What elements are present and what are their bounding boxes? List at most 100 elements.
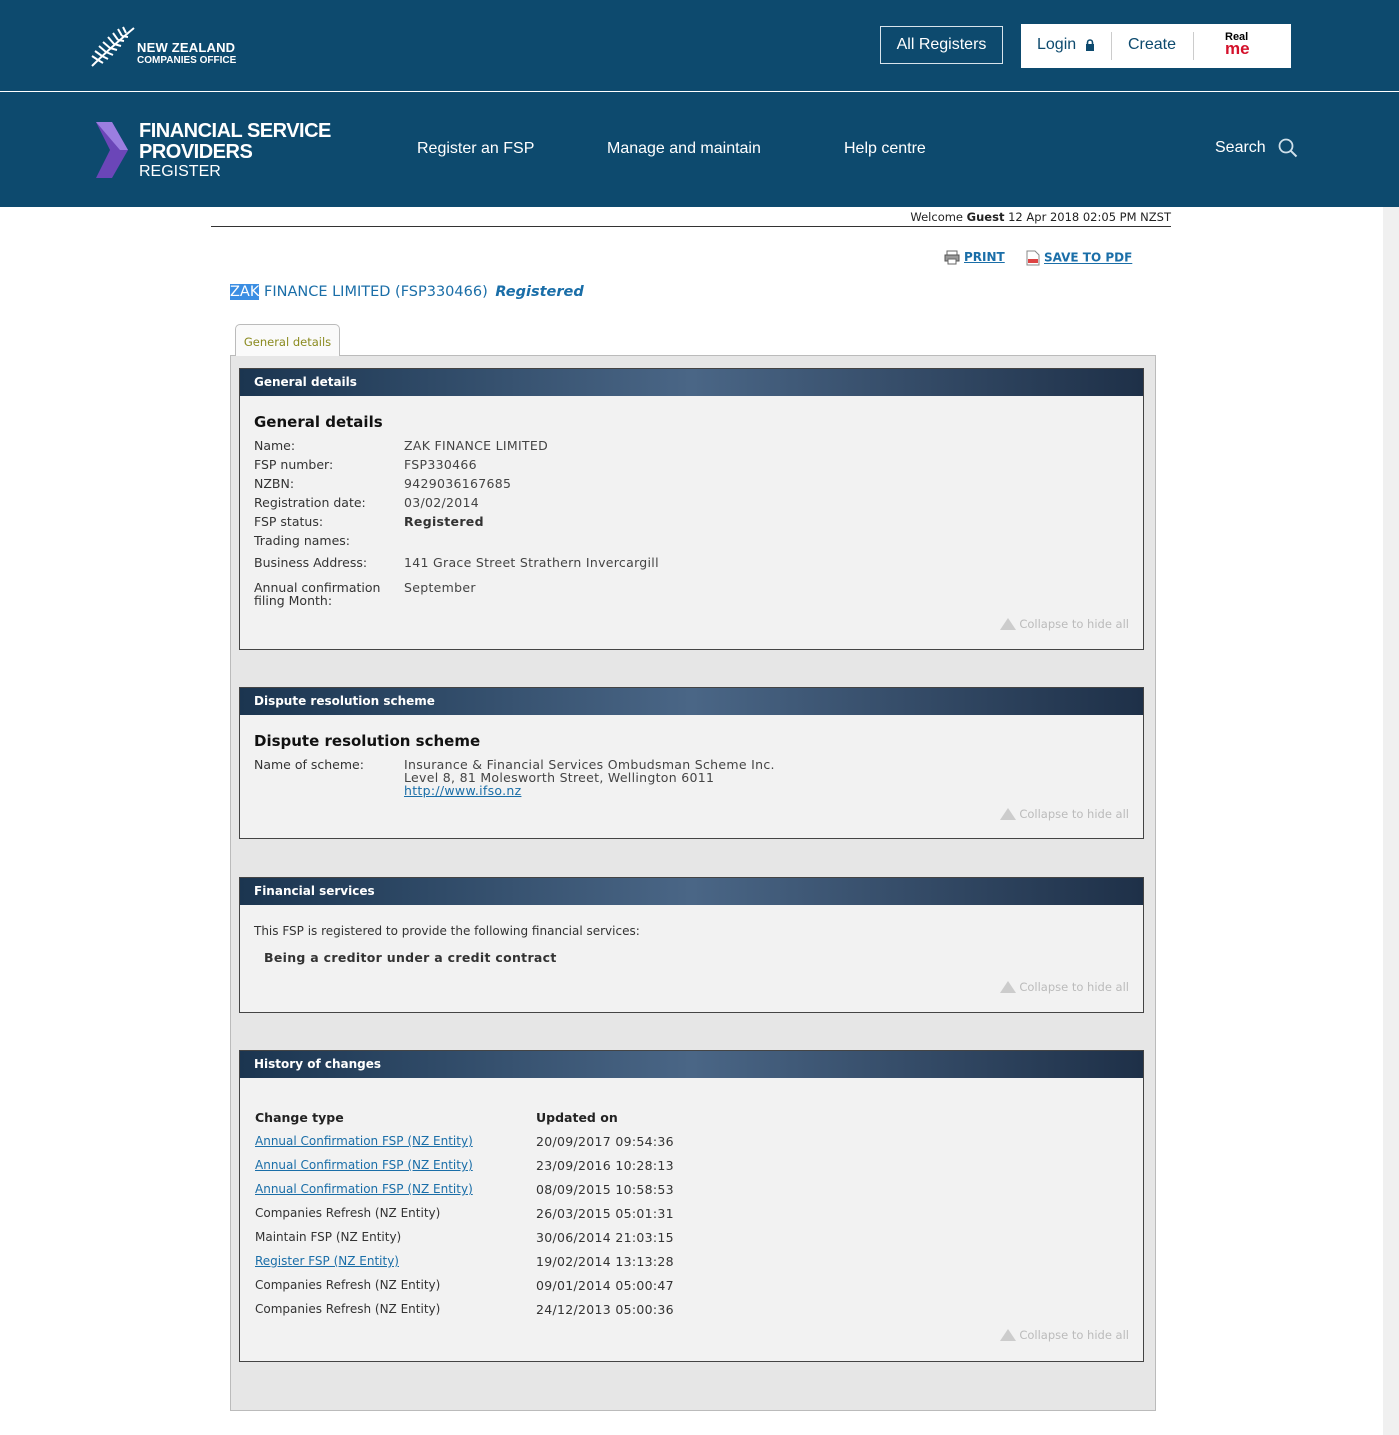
field-label: Registration date: [254,495,366,510]
nav-help-centre[interactable]: Help centre [844,140,926,158]
triangle-up-icon [1000,981,1017,993]
triangle-up-icon [1000,618,1017,630]
field-label: FSP number: [254,457,334,472]
scheme-website: http://www.ifso.nz [404,783,521,798]
section-title: Dispute resolution scheme [254,732,481,750]
history-change-type: Companies Refresh (NZ Entity) [255,1302,441,1316]
section-title: General details [254,413,383,431]
history-date: 26/03/2015 05:01:31 [536,1206,674,1221]
services-intro: This FSP is registered to provide the fo… [254,924,640,938]
field-value: FSP330466 [404,457,477,472]
col-header-updated-on: Updated on [536,1110,618,1125]
print-action[interactable]: PRINT [944,250,1005,265]
brand-line3: REGISTER [139,163,221,180]
status-value: Registered [404,514,484,529]
field-label: Name: [254,438,296,453]
brand-line2: PROVIDERS [139,141,253,163]
field-label: Trading names: [254,533,351,548]
welcome-datetime: 12 Apr 2018 02:05 PM NZST [1008,210,1171,224]
history-date: 30/06/2014 21:03:15 [536,1230,674,1245]
section-header[interactable]: History of changes [240,1051,1143,1078]
field-label: Name of scheme: [254,757,364,772]
collapse-label: Collapse to hide all [1019,617,1129,631]
divider [1111,32,1112,60]
nav-bar: FINANCIAL SERVICE PROVIDERS REGISTER Reg… [0,92,1399,207]
scrollbar[interactable] [1383,207,1399,1435]
history-change-type[interactable]: Annual Confirmation FSP (NZ Entity) [255,1158,473,1172]
financial-services-section: Financial services This FSP is registere… [239,877,1144,1013]
search-icon [1278,138,1298,158]
collapse-label: Collapse to hide all [1019,980,1129,994]
nav-register-fsp[interactable]: Register an FSP [417,140,534,158]
history-date: 23/09/2016 10:28:13 [536,1158,674,1173]
chevron-logo-icon [96,122,128,178]
field-label: NZBN: [254,476,295,491]
triangle-up-icon [1000,808,1017,820]
lock-icon [1085,38,1094,51]
field-value: 03/02/2014 [404,495,480,510]
org-name-line2: COMPANIES OFFICE [137,55,237,66]
field-value: 141 Grace Street Strathern Invercargill [404,555,659,570]
realme-bottom: me [1225,39,1250,58]
brand-line1: FINANCIAL SERVICE [139,120,331,142]
field-value: September [404,580,476,595]
page-title: ZAK FINANCE LIMITED (FSP330466) Register… [230,284,584,300]
realme-logo[interactable]: Real me [1225,32,1250,58]
login-link[interactable]: Login [1037,36,1095,54]
collapse-link[interactable]: Collapse to hide all [1000,807,1129,821]
history-change-type: Companies Refresh (NZ Entity) [255,1278,441,1292]
divider [1193,32,1194,60]
section-header[interactable]: Financial services [240,878,1143,905]
pdf-icon [1026,250,1040,266]
history-date: 19/02/2014 13:13:28 [536,1254,674,1269]
entity-name: FINANCE LIMITED (FSP330466) [259,284,488,300]
triangle-up-icon [1000,1329,1017,1341]
collapse-link[interactable]: Collapse to hide all [1000,1328,1129,1342]
all-registers-button[interactable]: All Registers [880,26,1003,64]
history-change-type: Companies Refresh (NZ Entity) [255,1206,441,1220]
collapse-label: Collapse to hide all [1019,807,1129,821]
dispute-resolution-section: Dispute resolution scheme Dispute resolu… [239,687,1144,839]
history-date: 09/01/2014 05:00:47 [536,1278,674,1293]
companies-office-logo[interactable]: NEW ZEALAND COMPANIES OFFICE [90,24,250,70]
welcome-user: Guest [966,210,1005,224]
collapse-link[interactable]: Collapse to hide all [1000,617,1129,631]
search-label: Search [1215,139,1266,157]
section-header[interactable]: General details [240,369,1143,396]
service-item: Being a creditor under a credit contract [264,950,557,965]
printer-icon [944,250,960,265]
auth-box: Login Create Real me [1021,24,1291,68]
history-change-type[interactable]: Annual Confirmation FSP (NZ Entity) [255,1134,473,1148]
save-pdf-action[interactable]: SAVE TO PDF [1026,250,1132,266]
top-bar: NEW ZEALAND COMPANIES OFFICE All Registe… [0,0,1399,91]
collapse-label: Collapse to hide all [1019,1328,1129,1342]
save-pdf-link[interactable]: SAVE TO PDF [1044,251,1132,265]
create-link[interactable]: Create [1128,36,1176,54]
history-date: 24/12/2013 05:00:36 [536,1302,674,1317]
tab-general-details[interactable]: General details [235,324,340,356]
history-section: History of changes Change type Updated o… [239,1050,1144,1362]
welcome-bar: Welcome Guest 12 Apr 2018 02:05 PM NZST [211,210,1171,227]
field-value: ZAK FINANCE LIMITED [404,438,548,453]
history-change-type[interactable]: Annual Confirmation FSP (NZ Entity) [255,1182,473,1196]
collapse-link[interactable]: Collapse to hide all [1000,980,1129,994]
nav-search[interactable]: Search [1215,138,1298,158]
history-change-type[interactable]: Register FSP (NZ Entity) [255,1254,399,1268]
section-header[interactable]: Dispute resolution scheme [240,688,1143,715]
nav-manage-maintain[interactable]: Manage and maintain [607,140,761,158]
print-link[interactable]: PRINT [964,250,1005,264]
history-date: 08/09/2015 10:58:53 [536,1182,674,1197]
welcome-prefix: Welcome [910,210,964,224]
entity-status: Registered [495,284,584,300]
field-label: filing Month: [254,593,333,608]
field-label: Business Address: [254,555,368,570]
col-header-change-type: Change type [255,1110,344,1125]
fern-icon [91,26,135,67]
entity-name-highlight: ZAK [230,284,260,300]
org-name-line1: NEW ZEALAND [137,40,236,55]
field-value: 9429036167685 [404,476,512,491]
login-label: Login [1037,36,1077,53]
scheme-website-link[interactable]: http://www.ifso.nz [404,783,521,798]
history-date: 20/09/2017 09:54:36 [536,1134,674,1149]
history-change-type: Maintain FSP (NZ Entity) [255,1230,402,1244]
